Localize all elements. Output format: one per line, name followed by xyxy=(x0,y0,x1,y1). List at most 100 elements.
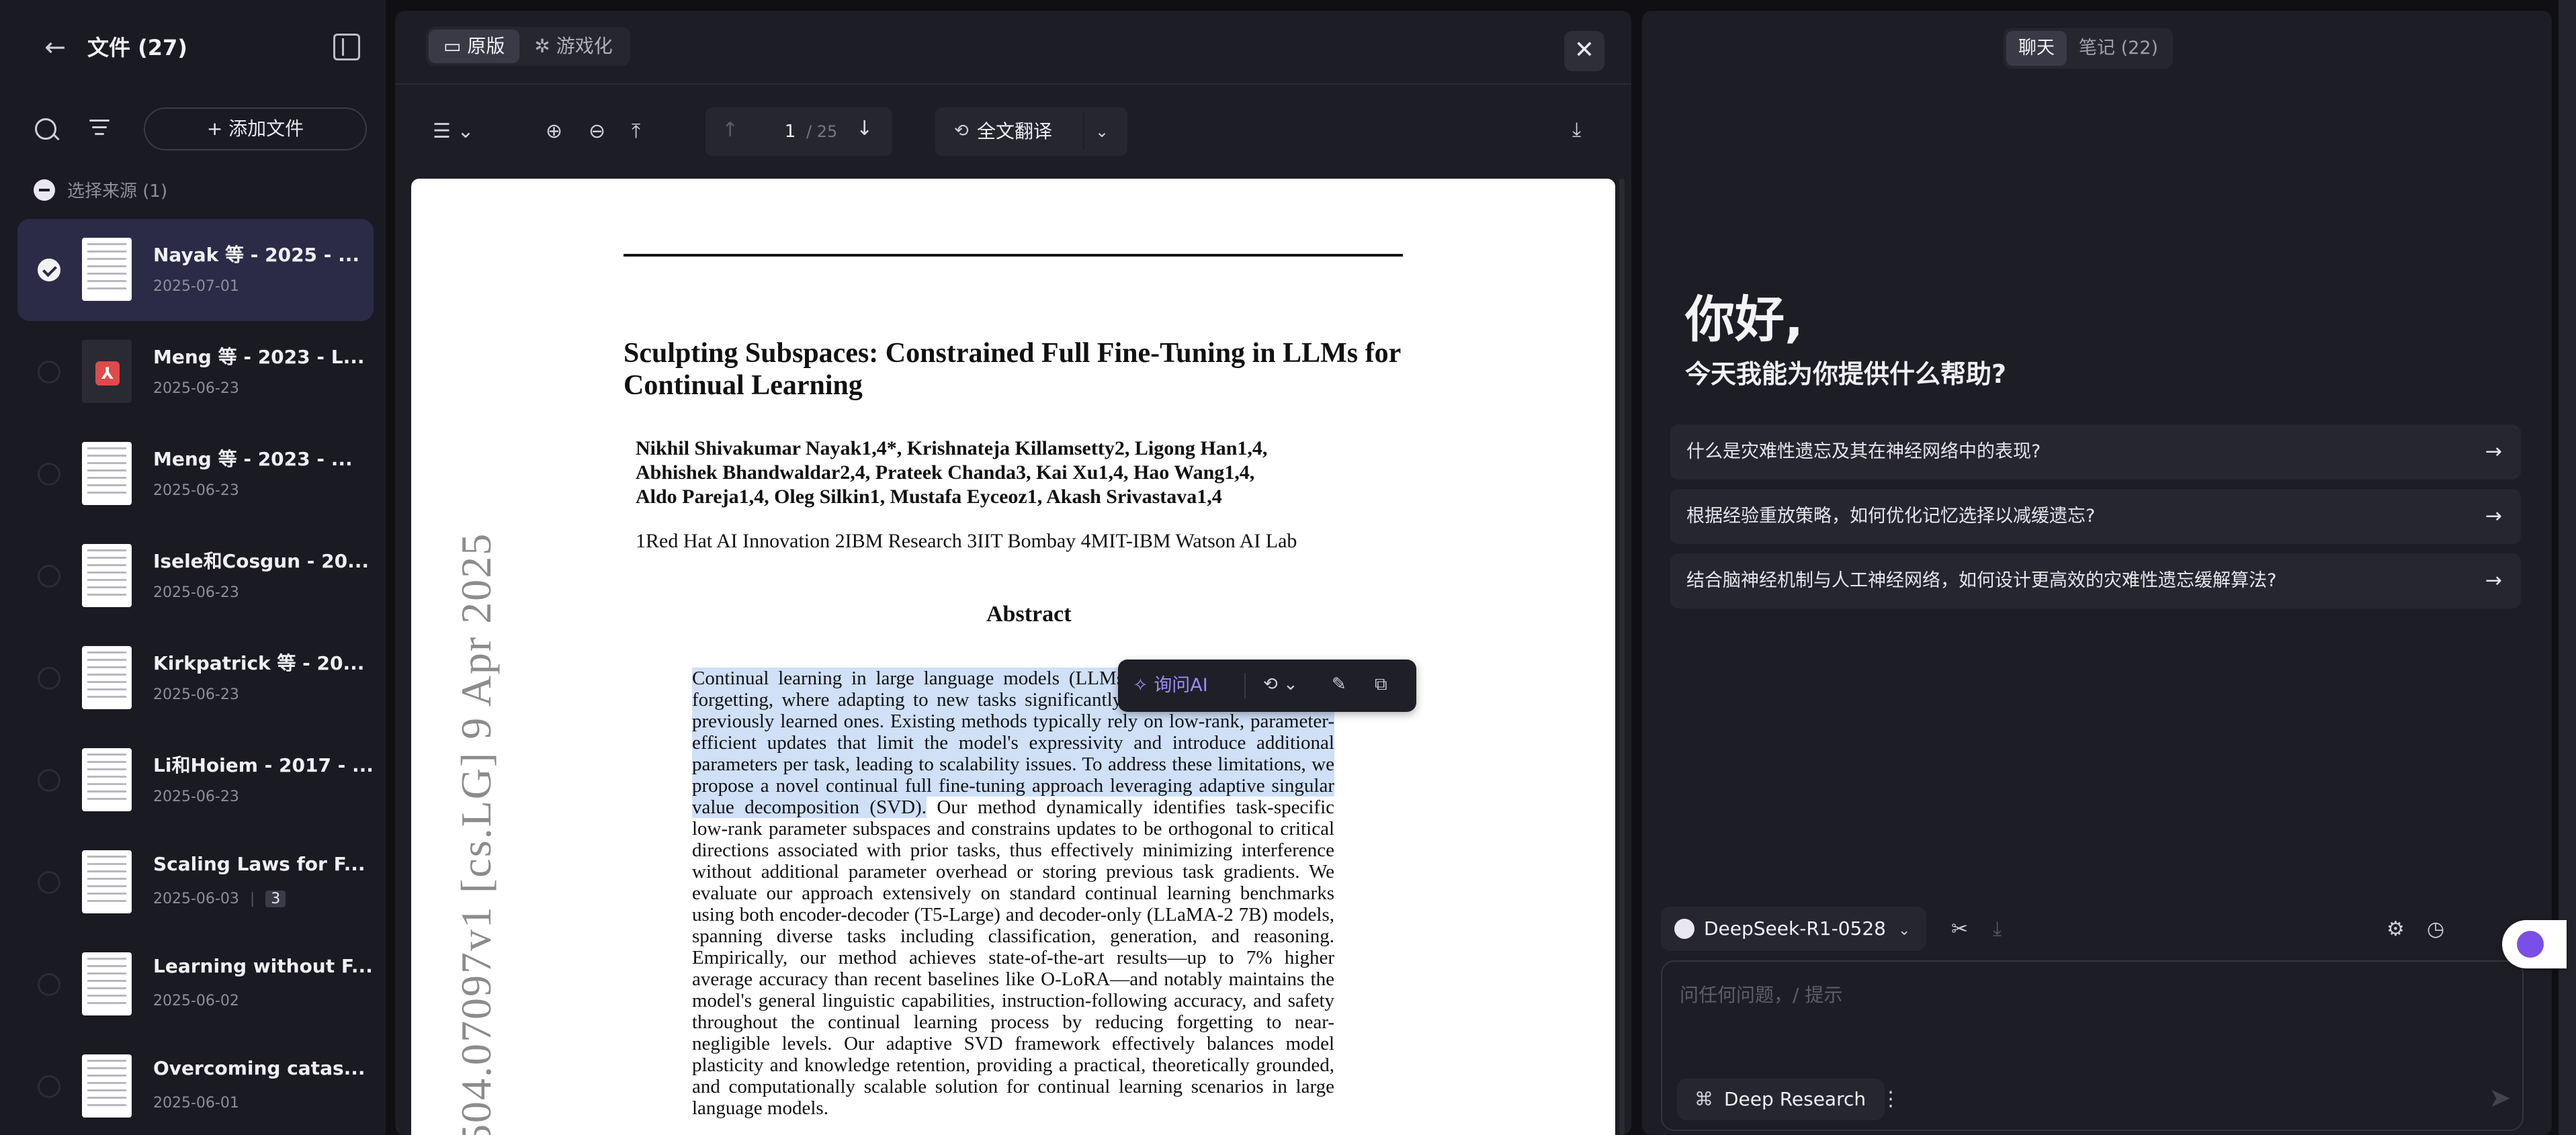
file-item[interactable]: Kirkpatrick 等 - 20... 2025-06-23 xyxy=(17,627,374,729)
file-date: 2025-06-03 | 3 xyxy=(153,891,286,907)
authors-line: Abhishek Bhandwaldar2,4, Prateek Chanda3… xyxy=(636,461,1255,484)
tab-notes[interactable]: 笔记 (22) xyxy=(2067,31,2170,66)
history-clock-icon[interactable]: ◷ xyxy=(2427,917,2444,941)
file-checkbox[interactable] xyxy=(38,973,60,996)
chat-input-placeholder[interactable]: 问任何问题，/ 提示 xyxy=(1680,981,1842,1007)
translate-icon: ⟲ xyxy=(954,121,969,141)
sidebar-title: 文件 (27) xyxy=(87,35,187,60)
select-source-row[interactable]: 选择来源 (1) xyxy=(34,177,167,207)
zoom-in-icon[interactable]: ⊕ xyxy=(546,118,562,145)
ask-ai-label: 询问AI xyxy=(1154,675,1208,696)
arxiv-identifier: 504.07097v1 [cs.LG] 9 Apr 2025 xyxy=(452,532,500,1135)
abstract-text[interactable]: Continual learning in large language mod… xyxy=(692,668,1334,1119)
search-icon[interactable] xyxy=(35,118,56,140)
sidebar-header: ← 文件 (27) xyxy=(0,0,386,94)
next-page-icon[interactable]: ↓ xyxy=(856,117,873,140)
file-thumbnail xyxy=(82,442,132,505)
file-date: 2025-06-23 xyxy=(153,482,239,499)
file-checkbox[interactable] xyxy=(38,259,60,281)
suggestion-text: 根据经验重放策略，如何优化记忆选择以减缓遗忘? xyxy=(1686,506,2096,527)
deep-research-button[interactable]: ⌘ Deep Research xyxy=(1677,1079,1885,1120)
sidebar-toggle-icon[interactable] xyxy=(333,34,360,60)
outline-menu-icon[interactable]: ☰ ⌄ xyxy=(433,118,474,145)
tab-original[interactable]: ▭ 原版 xyxy=(429,30,520,63)
file-item[interactable]: Scaling Laws for F... 2025-06-03 | 3 xyxy=(17,831,374,934)
floating-assistant-button[interactable] xyxy=(2502,920,2567,968)
page-total: / 25 xyxy=(806,122,838,141)
filter-icon[interactable] xyxy=(89,120,110,140)
separator: | xyxy=(249,891,255,907)
arrow-right-icon: → xyxy=(2485,569,2502,592)
greeting-subtitle: 今天我能为你提供什么帮助? xyxy=(1685,359,2007,389)
file-checkbox[interactable] xyxy=(38,361,60,383)
file-checkbox[interactable] xyxy=(38,667,60,690)
deepseek-logo-icon xyxy=(1674,919,1694,939)
abstract-heading: Abstract xyxy=(986,602,1072,627)
file-name: Scaling Laws for F... xyxy=(153,853,366,875)
download-icon[interactable]: ⤓ xyxy=(1572,118,1581,142)
file-checkbox[interactable] xyxy=(38,565,60,588)
file-name: Kirkpatrick 等 - 20... xyxy=(153,652,365,674)
file-date: 2025-06-02 xyxy=(153,993,239,1009)
close-icon[interactable]: ✕ xyxy=(1564,31,1604,71)
back-arrow-icon[interactable]: ← xyxy=(40,32,70,62)
translate-selection-icon[interactable]: ⟲ ⌄ xyxy=(1263,674,1298,694)
send-icon[interactable]: ➤ xyxy=(2489,1083,2511,1114)
copy-icon[interactable]: ⧉ xyxy=(1375,674,1387,695)
tab-gamified[interactable]: ✲ 游戏化 xyxy=(519,30,627,63)
ask-ai-button[interactable]: ✧ 询问AI xyxy=(1133,660,1208,712)
file-thumbnail xyxy=(82,238,132,301)
highlight-icon[interactable]: ✎ xyxy=(1332,674,1346,694)
settings-sliders-icon[interactable]: ⚙ xyxy=(2387,917,2405,941)
deselect-all-icon[interactable] xyxy=(34,179,55,201)
file-item[interactable]: Learning without F... 2025-06-02 xyxy=(17,934,374,1036)
sidebar-toolbar: + 添加文件 xyxy=(0,101,386,154)
file-checkbox[interactable] xyxy=(38,1075,60,1098)
file-thumbnail xyxy=(82,1054,132,1118)
page-navigator: ↑ 1 / 25 ↓ xyxy=(705,107,892,156)
scissors-icon[interactable]: ✂ xyxy=(1951,917,1968,941)
selection-popup: ✧ 询问AI ⟲ ⌄ ✎ ⧉ xyxy=(1118,660,1416,712)
page-number-input[interactable]: 1 xyxy=(770,117,810,146)
note-count-badge: 3 xyxy=(265,891,286,907)
file-date: 2025-06-23 xyxy=(153,380,239,397)
chat-panel: 聊天 笔记 (22) 你好, 今天我能为你提供什么帮助? 什么是灾难性遗忘及其在神… xyxy=(1642,11,2552,1135)
tab-gamified-label: 游戏化 xyxy=(556,35,613,57)
arrow-right-icon: → xyxy=(2485,504,2502,528)
file-date-text: 2025-06-03 xyxy=(153,891,239,907)
model-selector[interactable]: DeepSeek-R1-0528 ⌄ xyxy=(1661,907,1927,951)
chat-tabs: 聊天 笔记 (22) xyxy=(2004,28,2174,69)
chevron-down-icon[interactable]: ⌄ xyxy=(1095,107,1109,156)
file-item[interactable]: Meng 等 - 2023 - ... 2025-06-23 xyxy=(17,423,374,525)
tab-chat[interactable]: 聊天 xyxy=(2006,31,2067,66)
divider xyxy=(1083,113,1084,150)
zoom-out-icon[interactable]: ⊖ xyxy=(589,118,605,145)
chat-input-box[interactable]: 问任何问题，/ 提示 ⌘ Deep Research ⋮ ➤ xyxy=(1661,960,2524,1131)
file-item[interactable]: Li和Hoiem - 2017 - ... 2025-06-23 xyxy=(17,729,374,831)
viewer-scrollbar[interactable] xyxy=(1619,179,1625,1135)
file-checkbox[interactable] xyxy=(38,769,60,792)
file-item[interactable]: Isele和Cosgun - 20... 2025-06-23 xyxy=(17,525,374,627)
file-thumbnail xyxy=(82,544,132,607)
file-date: 2025-06-23 xyxy=(153,788,239,805)
file-date: 2025-06-23 xyxy=(153,686,239,703)
more-options-icon[interactable]: ⋮ xyxy=(1877,1079,1904,1120)
greeting-title: 你好, xyxy=(1685,291,1804,349)
suggestion-item[interactable]: 结合脑神经机制与人工神经网络，如何设计更高效的灾难性遗忘缓解算法? → xyxy=(1670,553,2521,608)
suggestion-item[interactable]: 什么是灾难性遗忘及其在神经网络中的表现? → xyxy=(1670,424,2521,480)
translate-button[interactable]: ⟲ 全文翻译 ⌄ xyxy=(935,107,1127,156)
add-file-button[interactable]: + 添加文件 xyxy=(144,107,367,150)
file-item[interactable]: Nayak 等 - 2025 - ... 2025-07-01 xyxy=(17,219,374,321)
fit-page-icon[interactable]: ⤒ xyxy=(632,118,640,145)
file-thumbnail xyxy=(82,952,132,1015)
file-thumbnail xyxy=(82,748,132,811)
file-checkbox[interactable] xyxy=(38,463,60,486)
pdf-icon: ⅄ xyxy=(95,361,120,385)
suggestion-item[interactable]: 根据经验重放策略，如何优化记忆选择以减缓遗忘? → xyxy=(1670,489,2521,544)
file-checkbox[interactable] xyxy=(38,871,60,894)
prev-page-icon[interactable]: ↑ xyxy=(722,118,738,142)
download-icon[interactable]: ⤓ xyxy=(1993,917,2002,941)
file-thumbnail xyxy=(82,850,132,913)
file-item[interactable]: ⅄ Meng 等 - 2023 - L... 2025-06-23 xyxy=(17,321,374,423)
file-item[interactable]: Overcoming catas... 2025-06-01 xyxy=(17,1036,374,1135)
